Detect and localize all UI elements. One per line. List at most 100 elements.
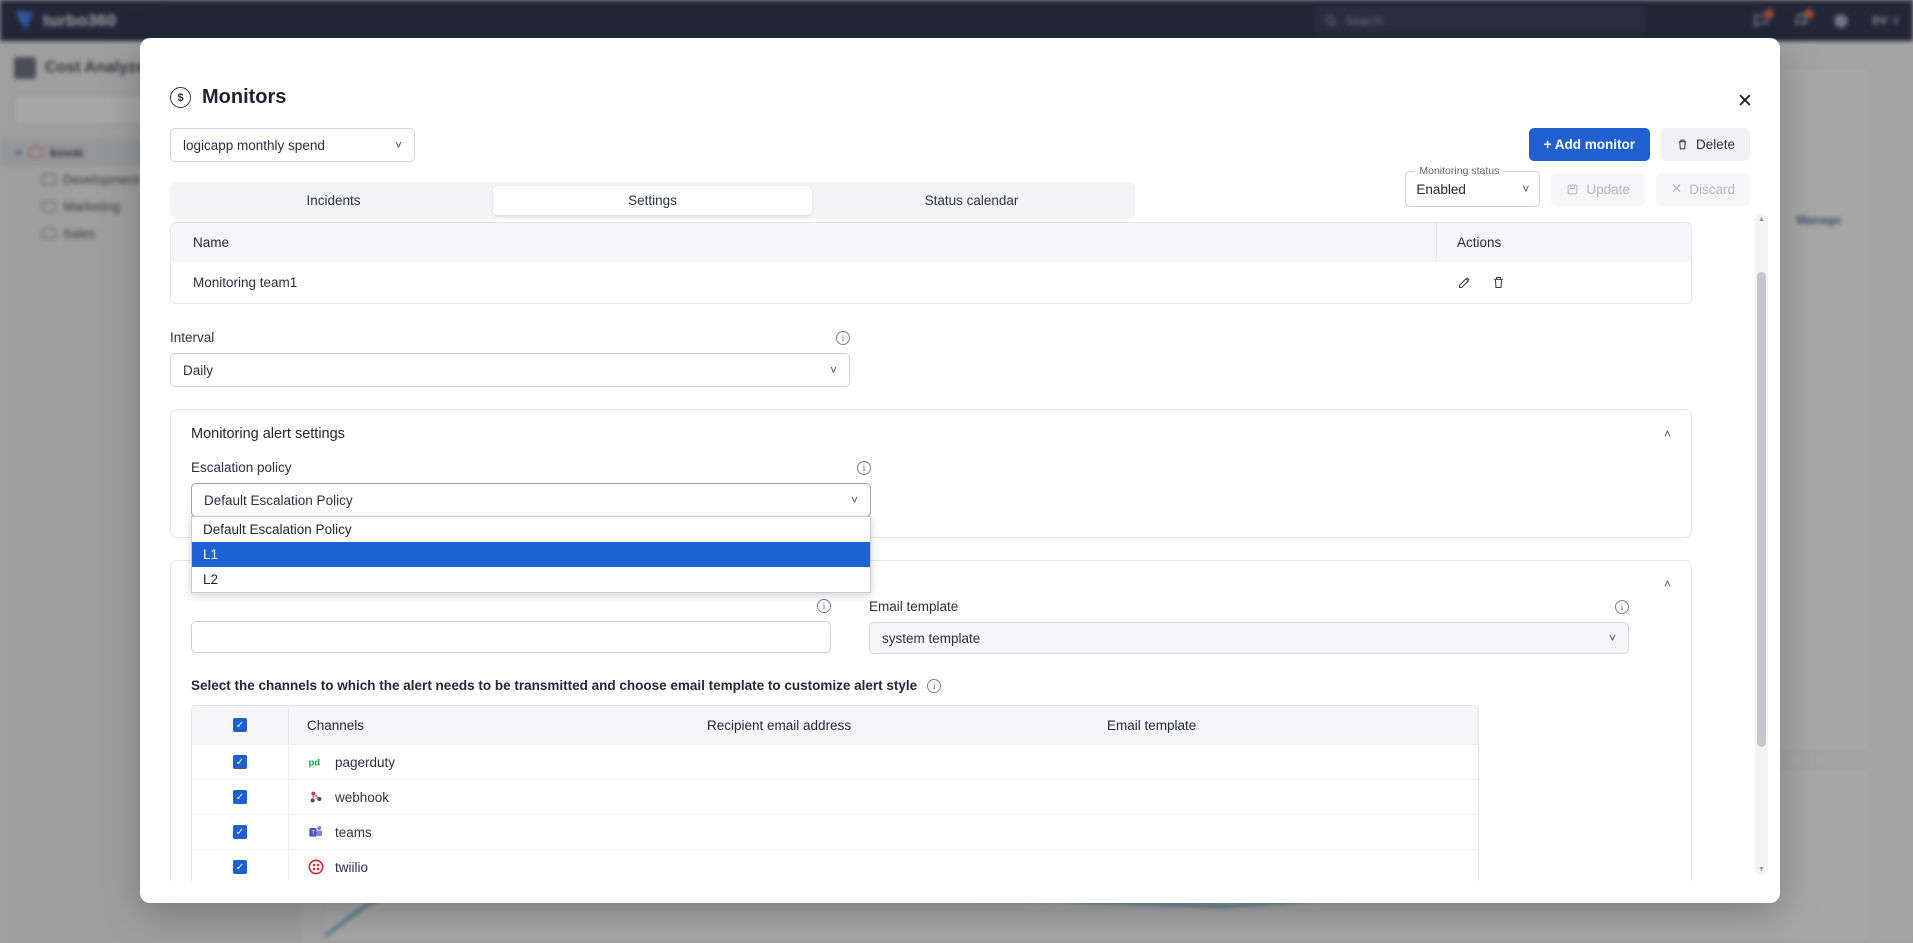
monitoring-status-select[interactable]: Monitoring status Enabled ˅ <box>1405 165 1541 207</box>
alert-settings-title: Monitoring alert settings <box>191 426 345 442</box>
chevron-up-icon[interactable]: ˄ <box>1664 427 1671 441</box>
channel-email-cell <box>691 745 1091 779</box>
monitors-modal: ✕ $ Monitors logicapp monthly spend ˅ In… <box>140 38 1780 903</box>
dropdown-option-l1[interactable]: L1 <box>192 542 870 567</box>
chevron-down-icon: ˅ <box>850 493 858 507</box>
discard-label: Discard <box>1689 181 1735 197</box>
dollar-coin-icon: $ <box>170 87 191 108</box>
delete-button[interactable]: Delete <box>1660 128 1750 161</box>
escalation-policy-dropdown: Default Escalation Policy L1 L2 <box>191 516 871 593</box>
table-header-row: Name Actions <box>171 223 1691 262</box>
info-icon[interactable]: i <box>927 678 942 693</box>
interval-label: Interval <box>170 330 215 345</box>
column-header-email-template: Email template <box>1107 717 1197 733</box>
escalation-policy-select[interactable]: Default Escalation Policy ˅ <box>191 483 871 517</box>
channel-checkbox-cell: ✓ <box>192 790 288 804</box>
channel-checkbox-twilio[interactable]: ✓ <box>233 860 247 874</box>
email-template-label: Email template <box>869 599 959 614</box>
interval-label-row: Interval i <box>170 330 850 345</box>
modal-scrollbar[interactable]: ▲ ▼ <box>1755 214 1768 875</box>
channel-checkbox-pagerduty[interactable]: ✓ <box>233 755 247 769</box>
email-template-label-row: Email template i <box>869 599 1629 614</box>
page-title: Monitors <box>202 86 287 108</box>
channel-left-input[interactable] <box>191 621 831 653</box>
monitoring-team-table: Name Actions Monitoring team1 <box>170 222 1692 304</box>
channel-note-row: Select the channels to which the alert n… <box>191 678 1671 693</box>
update-button[interactable]: Update <box>1551 172 1645 206</box>
channel-template-cell <box>1091 850 1478 881</box>
scroll-up-icon[interactable]: ▲ <box>1758 216 1765 223</box>
svg-text:T: T <box>311 831 315 837</box>
trash-icon <box>1678 139 1687 150</box>
pagerduty-icon: pd <box>307 754 324 771</box>
monitoring-status-value: Enabled <box>1416 181 1466 197</box>
add-monitor-button[interactable]: + Add monitor <box>1528 128 1650 161</box>
channels-table: ✓ Channels Recipient email address Email… <box>191 705 1479 881</box>
channel-row-pagerduty: ✓ pd pagerduty <box>192 744 1478 779</box>
column-header-name: Name <box>193 235 230 250</box>
channel-checkbox-cell: ✓ <box>192 860 288 874</box>
row-actions-cell <box>1436 275 1691 291</box>
discard-button[interactable]: ✕ Discard <box>1655 172 1750 206</box>
interval-field: Interval i Daily ˅ <box>170 330 890 387</box>
email-template-field: Email template i system template ˅ <box>869 599 1629 654</box>
alert-settings-header[interactable]: Monitoring alert settings ˄ <box>191 426 1671 442</box>
channel-name-cell: twiilio <box>288 850 691 881</box>
modal-title-row: $ Monitors <box>170 86 1750 109</box>
info-icon[interactable]: i <box>836 330 850 345</box>
channel-settings-section: ˄ i Email template i system template ˅ S… <box>170 560 1692 881</box>
select-all-checkbox-cell: ✓ <box>192 718 288 732</box>
chevron-down-icon: ˅ <box>1522 182 1530 196</box>
channel-name-cell: pd pagerduty <box>288 745 691 779</box>
chevron-down-icon: ˅ <box>394 138 402 152</box>
interval-value: Daily <box>183 362 214 378</box>
monitor-select-value: logicapp monthly spend <box>183 137 325 153</box>
monitor-select[interactable]: logicapp monthly spend ˅ <box>170 128 415 162</box>
twilio-icon <box>307 859 324 876</box>
scroll-down-icon[interactable]: ▼ <box>1758 866 1765 873</box>
column-header-recipient-email: Recipient email address <box>707 717 852 733</box>
select-all-checkbox[interactable]: ✓ <box>233 718 247 732</box>
channel-row-webhook: ✓ webhook <box>192 779 1478 814</box>
channel-checkbox-webhook[interactable]: ✓ <box>233 790 247 804</box>
chevron-up-icon[interactable]: ˄ <box>1664 577 1671 591</box>
info-icon[interactable]: i <box>857 460 871 475</box>
chevron-down-icon: ˅ <box>829 363 837 377</box>
modal-scrollbar-thumb[interactable] <box>1757 272 1766 747</box>
dropdown-option-l2[interactable]: L2 <box>192 567 870 592</box>
channel-name-cell: webhook <box>288 780 691 814</box>
table-row: Monitoring team1 <box>171 262 1691 303</box>
channel-settings-top-fields: i Email template i system template ˅ <box>191 599 1671 654</box>
delete-icon[interactable] <box>1490 275 1506 291</box>
delete-label: Delete <box>1695 137 1735 152</box>
channel-email-cell <box>691 780 1091 814</box>
dropdown-option-default-escalation-policy[interactable]: Default Escalation Policy <box>192 517 870 542</box>
channel-note: Select the channels to which the alert n… <box>191 678 918 693</box>
team-name-cell: Monitoring team1 <box>193 275 298 290</box>
channel-left-label-row: i <box>191 599 831 613</box>
channel-email-cell <box>691 850 1091 881</box>
channel-email-cell <box>691 815 1091 849</box>
escalation-policy-value: Default Escalation Policy <box>204 492 353 508</box>
monitoring-alert-settings-section: Monitoring alert settings ˄ Escalation p… <box>170 409 1692 593</box>
escalation-policy-label: Escalation policy <box>191 460 292 475</box>
info-icon[interactable]: i <box>817 599 831 613</box>
channel-checkbox-cell: ✓ <box>192 825 288 839</box>
svg-text:pd: pd <box>308 757 320 767</box>
channel-checkbox-teams[interactable]: ✓ <box>233 825 247 839</box>
info-icon[interactable]: i <box>1615 599 1629 614</box>
channel-label: teams <box>335 824 372 840</box>
modal-body: Name Actions Monitoring team1 Interval i… <box>140 206 1780 881</box>
channel-row-teams: ✓ T teams <box>192 814 1478 849</box>
channel-label: webhook <box>335 789 390 805</box>
channel-template-cell <box>1091 745 1478 779</box>
interval-select[interactable]: Daily ˅ <box>170 353 850 387</box>
edit-icon[interactable] <box>1456 275 1472 291</box>
escalation-policy-label-row: Escalation policy i <box>191 460 871 475</box>
channel-row-twilio: ✓ twiilio <box>192 849 1478 881</box>
save-icon <box>1568 184 1578 194</box>
header-secondary-row: Monitoring status Enabled ˅ Update ✕ Dis… <box>1405 165 1750 207</box>
email-template-select[interactable]: system template ˅ <box>869 622 1629 654</box>
close-icon[interactable]: ✕ <box>1732 88 1758 114</box>
modal-body-inner: Name Actions Monitoring team1 Interval i… <box>170 222 1750 881</box>
